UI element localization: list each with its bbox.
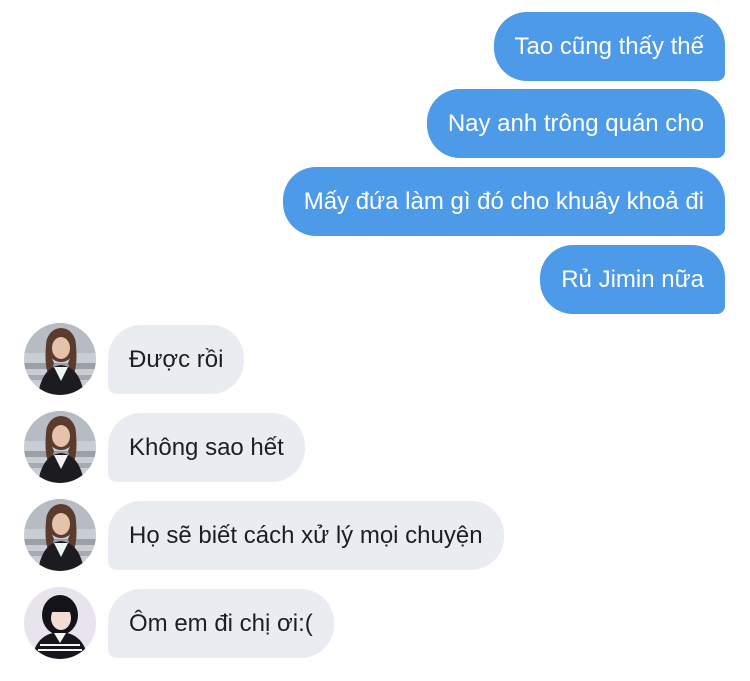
outgoing-message-bubble[interactable]: Tao cũng thấy thế: [493, 12, 725, 81]
message-text: Họ sẽ biết cách xử lý mọi chuyện: [129, 522, 483, 549]
avatar[interactable]: [24, 499, 96, 571]
avatar[interactable]: [24, 411, 96, 483]
message-text: Mấy đứa làm gì đó cho khuây khoả đi: [303, 188, 704, 215]
message-text: Rủ Jimin nữa: [561, 266, 704, 293]
incoming-message-bubble[interactable]: Họ sẽ biết cách xử lý mọi chuyện: [108, 501, 504, 570]
incoming-message-bubble[interactable]: Không sao hết: [108, 413, 305, 482]
avatar-photo-2: [24, 587, 96, 659]
incoming-message-bubble[interactable]: Ôm em đi chị ơi:(: [108, 589, 334, 658]
message-text: Không sao hết: [129, 434, 284, 461]
incoming-message-bubble[interactable]: Được rồi: [108, 325, 245, 394]
outgoing-message-bubble[interactable]: Mấy đứa làm gì đó cho khuây khoả đi: [282, 167, 725, 236]
avatar-photo-1: [24, 323, 96, 395]
message-text: Được rồi: [129, 346, 224, 373]
message-text: Nay anh trông quán cho: [447, 110, 704, 137]
message-text: Tao cũng thấy thế: [514, 33, 704, 60]
avatar[interactable]: [24, 587, 96, 659]
outgoing-message-bubble[interactable]: Nay anh trông quán cho: [426, 89, 725, 158]
outgoing-message-bubble[interactable]: Rủ Jimin nữa: [540, 245, 725, 314]
message-text: Ôm em đi chị ơi:(: [129, 610, 313, 637]
avatar-photo-1: [24, 499, 96, 571]
avatar[interactable]: [24, 323, 96, 395]
avatar-photo-1: [24, 411, 96, 483]
chat-screen: { "messages": [ {"side": "outgoing", "te…: [0, 0, 750, 681]
